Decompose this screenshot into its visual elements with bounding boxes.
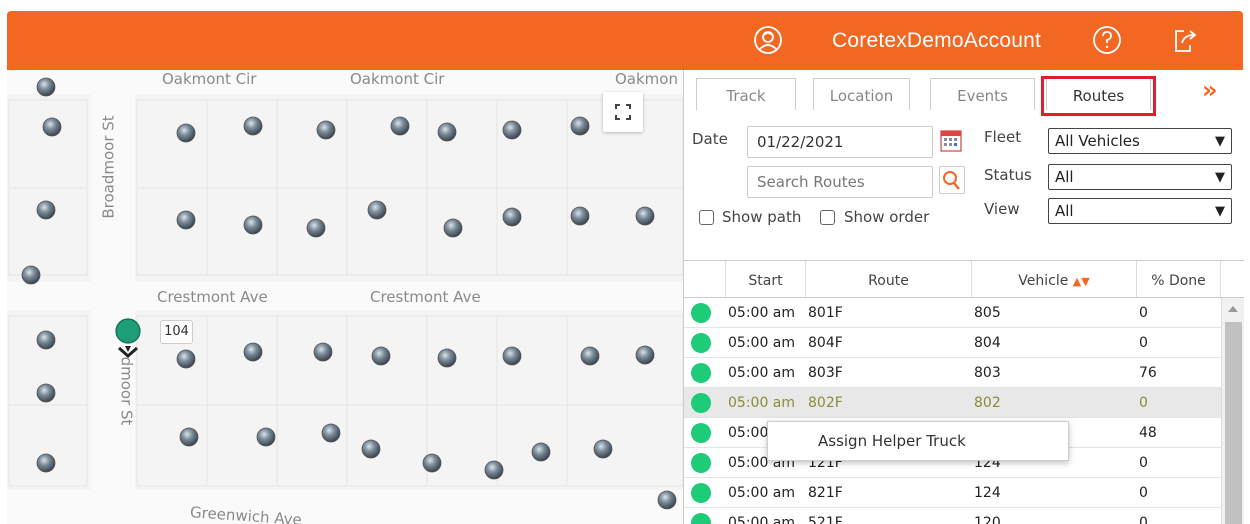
- cell-vehicle: 805: [974, 305, 1001, 321]
- street-label: Oakmon: [615, 70, 678, 88]
- cell-start: 05:00: [728, 425, 769, 441]
- fleet-select-value: All Vehicles: [1055, 132, 1140, 150]
- cell-vehicle: 803: [974, 365, 1001, 381]
- show-order-label[interactable]: Show order: [844, 208, 929, 226]
- status-dot: [691, 393, 711, 413]
- cell-vehicle: 804: [974, 335, 1001, 351]
- cell-route: 802F: [808, 395, 843, 411]
- logout-icon[interactable]: [1170, 25, 1200, 55]
- cell-vehicle: 802: [974, 395, 1001, 411]
- cell-start: 05:00 am: [728, 395, 796, 411]
- column-vehicle-label: Vehicle: [1018, 273, 1069, 289]
- view-select-value: All: [1055, 202, 1074, 220]
- calendar-icon[interactable]: [940, 128, 962, 152]
- cell-route: 803F: [808, 365, 843, 381]
- chevron-down-icon: ▼: [1215, 204, 1225, 219]
- cell-vehicle: 124: [974, 485, 1001, 501]
- cell-done: 0: [1139, 485, 1148, 501]
- cell-done: 0: [1139, 305, 1148, 321]
- fullscreen-icon: [615, 104, 631, 120]
- status-dot: [691, 363, 711, 383]
- cell-vehicle: 120: [974, 515, 1001, 524]
- street-label: Oakmont Cir: [350, 70, 445, 88]
- cell-route: 821F: [808, 485, 843, 501]
- cell-route: 804F: [808, 335, 843, 351]
- cell-start: 05:00 am: [728, 485, 796, 501]
- cell-route: 521F: [808, 515, 843, 524]
- street-label: dmoor St: [117, 356, 136, 426]
- column-vehicle[interactable]: Vehicle ▲▼: [972, 261, 1137, 297]
- fleet-label: Fleet: [984, 128, 1022, 146]
- tab-track[interactable]: Track: [696, 78, 796, 110]
- view-label: View: [984, 200, 1020, 218]
- column-route[interactable]: Route: [806, 261, 972, 297]
- street-label: Broadmoor St: [99, 115, 118, 219]
- cell-start: 05:00 am: [728, 335, 796, 351]
- tab-location[interactable]: Location: [813, 78, 910, 110]
- status-dot: [691, 423, 711, 443]
- map-view[interactable]: Oakmont Cir Oakmont Cir Oakmon Broadmoor…: [7, 70, 683, 524]
- user-avatar-icon[interactable]: [753, 25, 783, 55]
- sort-icon: ▲▼: [1072, 275, 1090, 288]
- table-row[interactable]: 05:00 am 521F 120 0: [684, 508, 1221, 524]
- show-path-checkbox[interactable]: [699, 210, 714, 225]
- cell-start: 05:00 am: [728, 305, 796, 321]
- status-label: Status: [984, 166, 1032, 184]
- routes-table-header: Start Route Vehicle ▲▼ % Done: [684, 260, 1244, 298]
- table-row[interactable]: 05:00 am 803F 803 76: [684, 358, 1221, 388]
- fleet-select[interactable]: All Vehicles ▼: [1048, 128, 1232, 154]
- status-dot: [691, 333, 711, 353]
- account-name[interactable]: CoretexDemoAccount: [832, 29, 1041, 53]
- status-dot: [691, 303, 711, 323]
- street-label: Crestmont Ave: [157, 288, 268, 306]
- cell-start: 05:00 am: [728, 515, 796, 524]
- fullscreen-button[interactable]: [603, 92, 643, 132]
- vehicle-label[interactable]: 104: [160, 320, 193, 344]
- street-label: Oakmont Cir: [162, 70, 257, 88]
- street-label: Crestmont Ave: [370, 288, 481, 306]
- table-scrollbar[interactable]: [1221, 298, 1244, 524]
- cell-done: 0: [1139, 515, 1148, 524]
- table-row-selected[interactable]: 05:00 am 802F 802 0: [684, 388, 1221, 418]
- collapse-panel-icon[interactable]: »: [1202, 78, 1218, 102]
- column-start[interactable]: Start: [726, 261, 806, 297]
- scroll-up-icon[interactable]: [1228, 306, 1238, 312]
- cell-done: 0: [1139, 455, 1148, 471]
- routes-table-body: 05:00 am 801F 805 0 05:00 am 804F 804 0 …: [684, 298, 1221, 524]
- cell-done: 0: [1139, 395, 1148, 411]
- table-row[interactable]: 05:00 am 801F 805 0: [684, 298, 1221, 328]
- cell-done: 76: [1139, 365, 1157, 381]
- help-icon[interactable]: [1092, 25, 1122, 55]
- search-icon[interactable]: [939, 166, 965, 194]
- tab-routes-highlight: [1041, 76, 1156, 116]
- status-select-value: All: [1055, 168, 1074, 186]
- view-select[interactable]: All ▼: [1048, 198, 1232, 224]
- vehicle-marker: [115, 318, 141, 359]
- table-row[interactable]: 05:00 am 821F 124 0: [684, 478, 1221, 508]
- status-dot: [691, 483, 711, 503]
- cell-done: 0: [1139, 335, 1148, 351]
- column-done[interactable]: % Done: [1137, 261, 1221, 297]
- tab-events[interactable]: Events: [930, 78, 1035, 110]
- status-select[interactable]: All ▼: [1048, 164, 1232, 190]
- status-dot: [691, 453, 711, 473]
- show-order-checkbox[interactable]: [820, 210, 835, 225]
- chevron-down-icon: ▼: [1215, 134, 1225, 149]
- date-input[interactable]: 01/22/2021: [747, 126, 933, 158]
- context-menu: Assign Helper Truck: [767, 421, 1069, 461]
- show-path-label[interactable]: Show path: [722, 208, 801, 226]
- chevron-down-icon: ▼: [1215, 170, 1225, 185]
- date-label: Date: [692, 130, 728, 148]
- assign-helper-truck-menu-item[interactable]: Assign Helper Truck: [818, 432, 966, 450]
- top-bar: CoretexDemoAccount: [7, 11, 1243, 70]
- cell-done: 48: [1139, 425, 1157, 441]
- status-dot: [691, 513, 711, 524]
- column-status: [684, 261, 726, 297]
- search-routes-input[interactable]: Search Routes: [747, 166, 933, 198]
- table-row[interactable]: 05:00 am 804F 804 0: [684, 328, 1221, 358]
- cell-start: 05:00 am: [728, 365, 796, 381]
- scroll-thumb[interactable]: [1225, 322, 1242, 524]
- cell-route: 801F: [808, 305, 843, 321]
